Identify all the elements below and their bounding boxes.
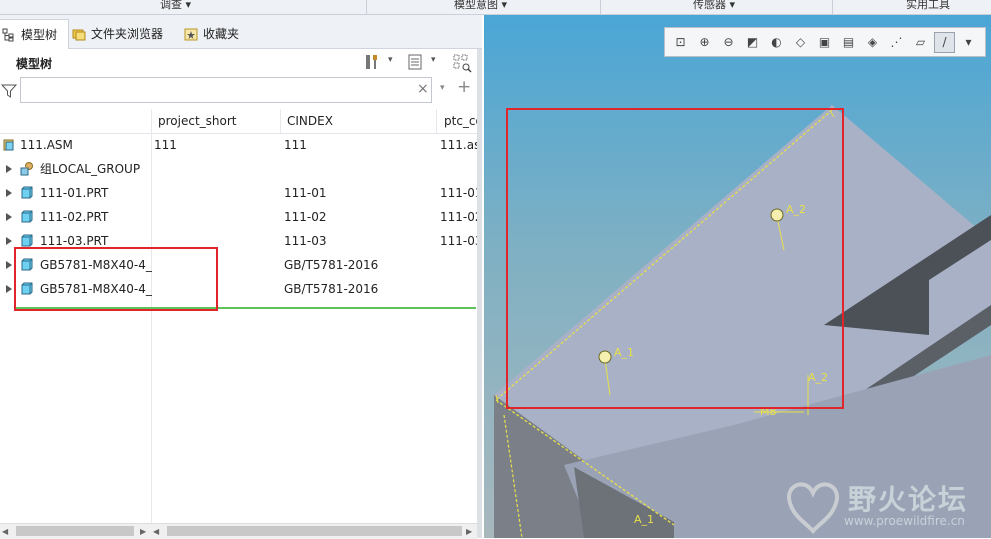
ribbon-group-inspect[interactable]: 调查 ▾ [160, 0, 191, 12]
saved-orientations-icon[interactable]: ◇ [790, 32, 811, 53]
repaint-icon[interactable]: ◩ [742, 32, 763, 53]
column-project-short[interactable]: project_short [158, 109, 278, 133]
folder-browser-icon [72, 29, 86, 40]
view-manager-icon[interactable]: ▤ [838, 32, 859, 53]
row-project-short: 111 [154, 138, 177, 152]
navigator-tabs: 模型树 文件夹浏览器 收藏夹 [0, 15, 482, 49]
plane-display-icon[interactable]: ▱ [910, 32, 931, 53]
tree-row-group[interactable]: 组LOCAL_GROUP [0, 157, 477, 181]
tree-column-header: project_short CINDEX ptc_co [0, 109, 477, 134]
ribbon-separator [366, 0, 367, 14]
annotation-display-icon[interactable]: ⋰ [886, 32, 907, 53]
reorient-icon[interactable]: ◐ [766, 32, 787, 53]
part-icon [21, 186, 33, 199]
forum-logo-icon [787, 482, 839, 535]
expand-arrow-icon[interactable] [6, 285, 12, 293]
row-ptc: 111.as [440, 138, 477, 152]
column-divider[interactable] [280, 109, 281, 133]
column-divider[interactable] [436, 109, 437, 133]
tab-model-tree[interactable]: 模型树 [0, 19, 69, 49]
row-ptc: 111-03 [440, 234, 477, 248]
settings-dropdown-icon[interactable]: ▾ [388, 55, 393, 65]
navigator-panel: 模型树 文件夹浏览器 收藏夹 模型树 ▾ ▾ × ▾ + project_sho… [0, 15, 482, 539]
tab-label: 文件夹浏览器 [91, 27, 164, 41]
row-name: 组LOCAL_GROUP [40, 162, 141, 176]
toolbar-dropdown-icon[interactable]: ▾ [958, 32, 979, 53]
scroll-thumb[interactable] [167, 526, 462, 536]
row-name: 111.ASM [20, 138, 73, 152]
ribbon-group-model-intent[interactable]: 模型意图 ▾ [454, 0, 507, 12]
row-cindex: 111-03 [284, 234, 327, 248]
show-dropdown-icon[interactable]: ▾ [431, 55, 436, 65]
tab-label: 模型树 [21, 28, 58, 42]
ribbon-group-utilities[interactable]: 实用工具 [906, 0, 950, 12]
tree-row-assembly[interactable]: 111.ASM 111 111 111.as [0, 133, 477, 157]
add-filter-icon[interactable]: + [457, 77, 471, 97]
ribbon-separator [600, 0, 601, 14]
ribbon-group-sensors[interactable]: 传感器 ▾ [693, 0, 735, 12]
expand-arrow-icon[interactable] [6, 189, 12, 197]
highlight-box [506, 108, 844, 409]
datum-label: A_1 [634, 513, 655, 526]
expand-arrow-icon[interactable] [6, 237, 12, 245]
tab-label: 收藏夹 [203, 27, 240, 41]
column-cindex[interactable]: CINDEX [287, 109, 427, 133]
row-cindex: 111 [284, 138, 307, 152]
filter-row: × ▾ + [0, 77, 482, 105]
search-options-dropdown-icon[interactable]: ▾ [440, 83, 445, 93]
watermark-title: 野火论坛 [848, 483, 969, 516]
row-cindex: 111-01 [284, 186, 327, 200]
model-tree-icon [2, 28, 14, 41]
scroll-left-icon[interactable]: ◀ [153, 527, 159, 536]
column-ptc-co[interactable]: ptc_co [444, 109, 477, 133]
row-name: 111-02.PRT [40, 210, 109, 224]
show-list-icon[interactable] [407, 53, 423, 71]
refit-icon[interactable]: ⊡ [670, 32, 691, 53]
axis-display-icon[interactable]: / [934, 31, 955, 53]
row-ptc: 111-02 [440, 210, 477, 224]
panel-splitter[interactable] [477, 49, 482, 538]
zoom-out-icon[interactable]: ⊖ [718, 32, 739, 53]
tree-row-part[interactable]: 111-01.PRT 111-01 111-01 [0, 181, 477, 205]
scroll-thumb[interactable] [16, 526, 134, 536]
perspective-view-icon[interactable]: ◈ [862, 32, 883, 53]
row-ptc: 111-01 [440, 186, 477, 200]
scroll-right-icon[interactable]: ▶ [140, 527, 146, 536]
model-tree-header: 模型树 ▾ ▾ [0, 49, 482, 77]
watermark-url: www.proewildfire.cn [844, 514, 965, 528]
tab-favorites[interactable]: 收藏夹 [184, 19, 254, 48]
row-name: 111-01.PRT [40, 186, 109, 200]
expand-arrow-icon[interactable] [6, 261, 12, 269]
group-icon [20, 162, 33, 176]
ribbon-group-strip: 调查 ▾ 模型意图 ▾ 传感器 ▾ 实用工具 [0, 0, 991, 15]
settings-tools-icon[interactable] [363, 53, 381, 71]
model-tree-title: 模型树 [16, 57, 53, 71]
horizontal-scrollbar[interactable]: ◀ ▶ ◀ ▶ [0, 523, 477, 539]
highlight-box [14, 247, 218, 311]
ribbon-separator [832, 0, 833, 14]
display-style-icon[interactable]: ▣ [814, 32, 835, 53]
row-cindex: GB/T5781-2016 [284, 282, 379, 296]
clear-search-icon[interactable]: × [417, 81, 429, 97]
filter-funnel-icon[interactable] [1, 83, 17, 99]
tab-folder-browser[interactable]: 文件夹浏览器 [72, 19, 176, 48]
row-cindex: GB/T5781-2016 [284, 258, 379, 272]
graphics-toolbar: ⊡ ⊕ ⊖ ◩ ◐ ◇ ▣ ▤ ◈ ⋰ ▱ / ▾ [664, 27, 986, 57]
graphics-window[interactable]: A_2 A_1 A_2 M8 A_1 ⊡ ⊕ ⊖ ◩ ◐ ◇ ▣ ▤ ◈ ⋰ ▱… [484, 15, 991, 538]
tree-row-part[interactable]: 111-02.PRT 111-02 111-02 [0, 205, 477, 229]
assembly-icon [3, 139, 14, 151]
expand-arrow-icon[interactable] [6, 213, 12, 221]
scroll-right-icon[interactable]: ▶ [466, 527, 472, 536]
tree-filter-settings-icon[interactable] [452, 53, 472, 73]
expand-arrow-icon[interactable] [6, 165, 12, 173]
tree-search-input[interactable] [20, 77, 432, 103]
row-cindex: 111-02 [284, 210, 327, 224]
favorites-icon [184, 28, 198, 40]
part-icon [21, 234, 33, 247]
scroll-left-icon[interactable]: ◀ [2, 527, 8, 536]
part-icon [21, 210, 33, 223]
zoom-in-icon[interactable]: ⊕ [694, 32, 715, 53]
